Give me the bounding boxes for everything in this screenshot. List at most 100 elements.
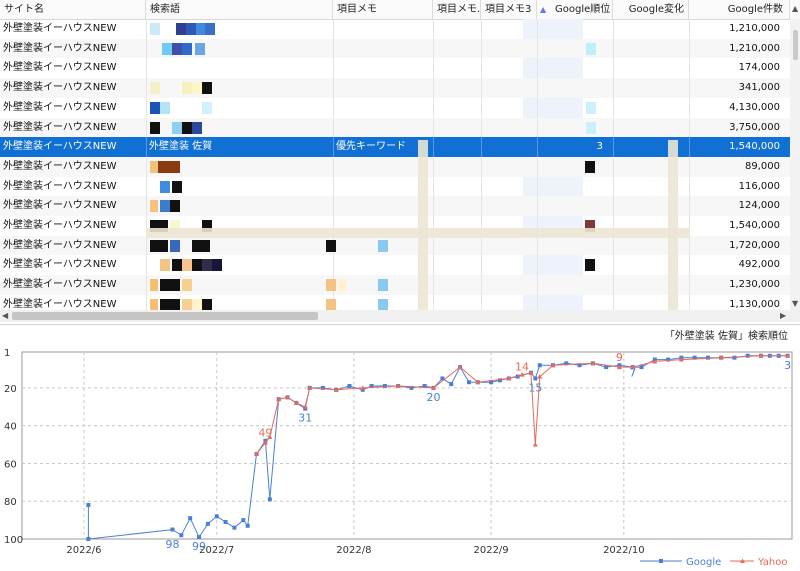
data-label: 98 (165, 538, 179, 551)
redacted-block (150, 121, 160, 134)
data-label: 15 (528, 381, 542, 394)
column-separator (433, 235, 434, 256)
cell-site: 外壁塗装イーハウスNEW (3, 62, 117, 74)
column-separator (613, 78, 614, 98)
column-separator (481, 19, 482, 39)
y-tick-label: 60 (4, 459, 17, 470)
vertical-scrollbar-thumb[interactable] (793, 30, 798, 60)
cell-google-count: 116,000 (738, 180, 780, 192)
table-row[interactable]: 外壁塗装イーハウスNEW 1,130,000 (0, 294, 800, 310)
redacted-block (586, 42, 596, 55)
col-header-google-count[interactable]: Google件数 (689, 0, 790, 19)
overlay-strip (668, 140, 678, 310)
cell-google-rank: 3 (596, 141, 603, 153)
redacted-block (162, 42, 172, 55)
google-point (347, 384, 352, 388)
google-point (639, 365, 644, 370)
table-row[interactable]: 外壁塗装イーハウスNEW 1,230,000 (0, 275, 800, 295)
redacted-block (326, 239, 336, 252)
grid-header: サイト名 検索語 項目メモ 項目メモ... 項目メモ3 Google順位 Goo… (0, 0, 800, 20)
redacted-block (338, 279, 346, 292)
cell-google-count: 124,000 (738, 200, 780, 212)
plot-area (21, 351, 793, 540)
table-row[interactable]: 外壁塗装イーハウスNEW 1,210,000 (0, 19, 800, 39)
table-row[interactable]: 外壁塗装イーハウスNEW 1,720,000 (0, 235, 800, 256)
col-header-memo2[interactable]: 項目メモ... (433, 0, 481, 19)
google-point (179, 533, 184, 538)
scroll-right-icon[interactable]: ▶ (780, 311, 786, 320)
column-separator (433, 117, 434, 138)
column-separator (433, 196, 434, 216)
cell-site: 外壁塗装イーハウスNEW (3, 42, 117, 54)
scroll-left-icon[interactable]: ◀ (2, 311, 8, 320)
table-row[interactable]: 外壁塗装イーハウスNEW 4,130,000 (0, 97, 800, 118)
cell-google-rank (537, 177, 613, 197)
cell-site: 外壁塗装イーハウスNEW (3, 141, 117, 153)
column-separator (433, 294, 434, 310)
cell-site: 外壁塗装イーハウスNEW (3, 200, 117, 212)
legend-google-label: Google (686, 557, 721, 568)
scroll-down-icon[interactable]: ▼ (792, 299, 798, 308)
cell-google-rank (537, 98, 613, 118)
cell-site: 外壁塗装イーハウスNEW (3, 101, 117, 113)
y-tick-label: 80 (4, 497, 17, 508)
table-row[interactable]: 外壁塗装イーハウスNEW 3,750,000 (0, 117, 800, 138)
sort-ascending-icon: ▲ (540, 5, 547, 14)
table-row[interactable]: 外壁塗装イーハウスNEW 89,000 (0, 156, 800, 177)
redacted-block (202, 298, 212, 310)
google-point (382, 384, 387, 388)
x-tick-label: 2022/6 (66, 545, 101, 556)
chart-title: 「外壁塗装 佐賀」検索順位 (665, 329, 788, 342)
cell-google-count: 1,210,000 (729, 23, 780, 34)
cell-site: 外壁塗装イーハウスNEW (3, 160, 117, 172)
y-tick-label: 20 (4, 384, 17, 395)
column-separator (433, 275, 434, 295)
google-point (745, 353, 750, 358)
column-separator (613, 235, 614, 256)
table-row[interactable]: 外壁塗装イーハウスNEW 1,210,000 (0, 38, 800, 59)
google-point (245, 523, 250, 528)
col-header-memo3[interactable]: 項目メモ3 (481, 0, 537, 19)
table-row[interactable]: 外壁塗装イーハウスNEW 174,000 (0, 58, 800, 79)
table-row[interactable]: 外壁塗装イーハウスNEW 124,000 (0, 196, 800, 216)
redacted-block (150, 298, 158, 310)
data-label: 14 (515, 361, 529, 374)
horizontal-scrollbar-thumb[interactable] (12, 312, 318, 320)
google-point (214, 514, 219, 519)
redacted-block (172, 180, 182, 193)
column-separator (613, 156, 614, 177)
column-separator (613, 97, 614, 118)
column-separator (481, 235, 482, 256)
x-tick-label: 2022/9 (473, 545, 508, 556)
redacted-block (212, 259, 222, 272)
redacted-block (182, 82, 192, 95)
google-point (466, 380, 471, 385)
column-separator (481, 156, 482, 177)
vertical-scrollbar[interactable] (790, 19, 800, 310)
col-header-google-rank[interactable]: Google順位 (537, 0, 613, 19)
legend-google-marker (659, 559, 663, 563)
data-label: 31 (298, 412, 312, 425)
col-header-keyword[interactable]: 検索語 (146, 0, 333, 19)
redacted-block (182, 298, 192, 310)
column-separator (613, 19, 614, 39)
table-row[interactable]: 外壁塗装イーハウスNEW 341,000 (0, 78, 800, 98)
cell-site: 外壁塗装イーハウスNEW (3, 82, 117, 94)
data-label: 49 (258, 427, 272, 440)
cell-google-count: 89,000 (745, 160, 780, 172)
redacted-block (326, 298, 336, 310)
redacted-block (326, 279, 336, 292)
redacted-block (160, 279, 180, 292)
cell-keyword (146, 98, 333, 118)
cell-site: 外壁塗装イーハウスNEW (3, 180, 117, 192)
redacted-block (585, 259, 595, 272)
table-row[interactable]: 外壁塗装イーハウスNEW 116,000 (0, 176, 800, 197)
scroll-up-icon[interactable]: ▲ (792, 4, 798, 13)
table-row[interactable]: 外壁塗装イーハウスNEW 外壁塗装 佐賀 優先キーワード 3 1,540,000 (0, 137, 800, 157)
google-point (705, 355, 710, 360)
table-row[interactable]: 外壁塗装イーハウスNEW 492,000 (0, 255, 800, 276)
col-header-memo1[interactable]: 項目メモ (333, 0, 433, 19)
col-header-google-change[interactable]: Google変化 (613, 0, 689, 19)
col-header-site[interactable]: サイト名 (0, 0, 146, 19)
column-separator (433, 58, 434, 79)
